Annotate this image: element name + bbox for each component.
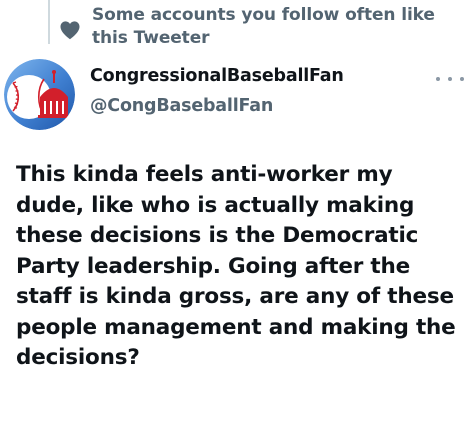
tweet-author[interactable]: CongressionalBaseballFan @CongBaseballFa… xyxy=(90,64,430,118)
more-options-icon xyxy=(448,77,452,81)
baseball-capitol-logo xyxy=(4,59,75,130)
tweet-text: This kinda feels anti-worker my dude, li… xyxy=(16,162,456,370)
author-display-name[interactable]: CongressionalBaseballFan xyxy=(90,64,430,88)
heart-icon xyxy=(60,21,80,40)
author-handle[interactable]: @CongBaseballFan xyxy=(90,94,430,118)
more-options-icon xyxy=(460,77,464,81)
more-options-icon xyxy=(436,77,440,81)
thread-connector-line xyxy=(48,0,50,44)
avatar[interactable] xyxy=(4,59,75,130)
social-context-text: Some accounts you follow often like this… xyxy=(92,5,435,48)
social-context[interactable]: Some accounts you follow often like this… xyxy=(58,4,458,50)
more-options-button[interactable] xyxy=(436,70,464,88)
